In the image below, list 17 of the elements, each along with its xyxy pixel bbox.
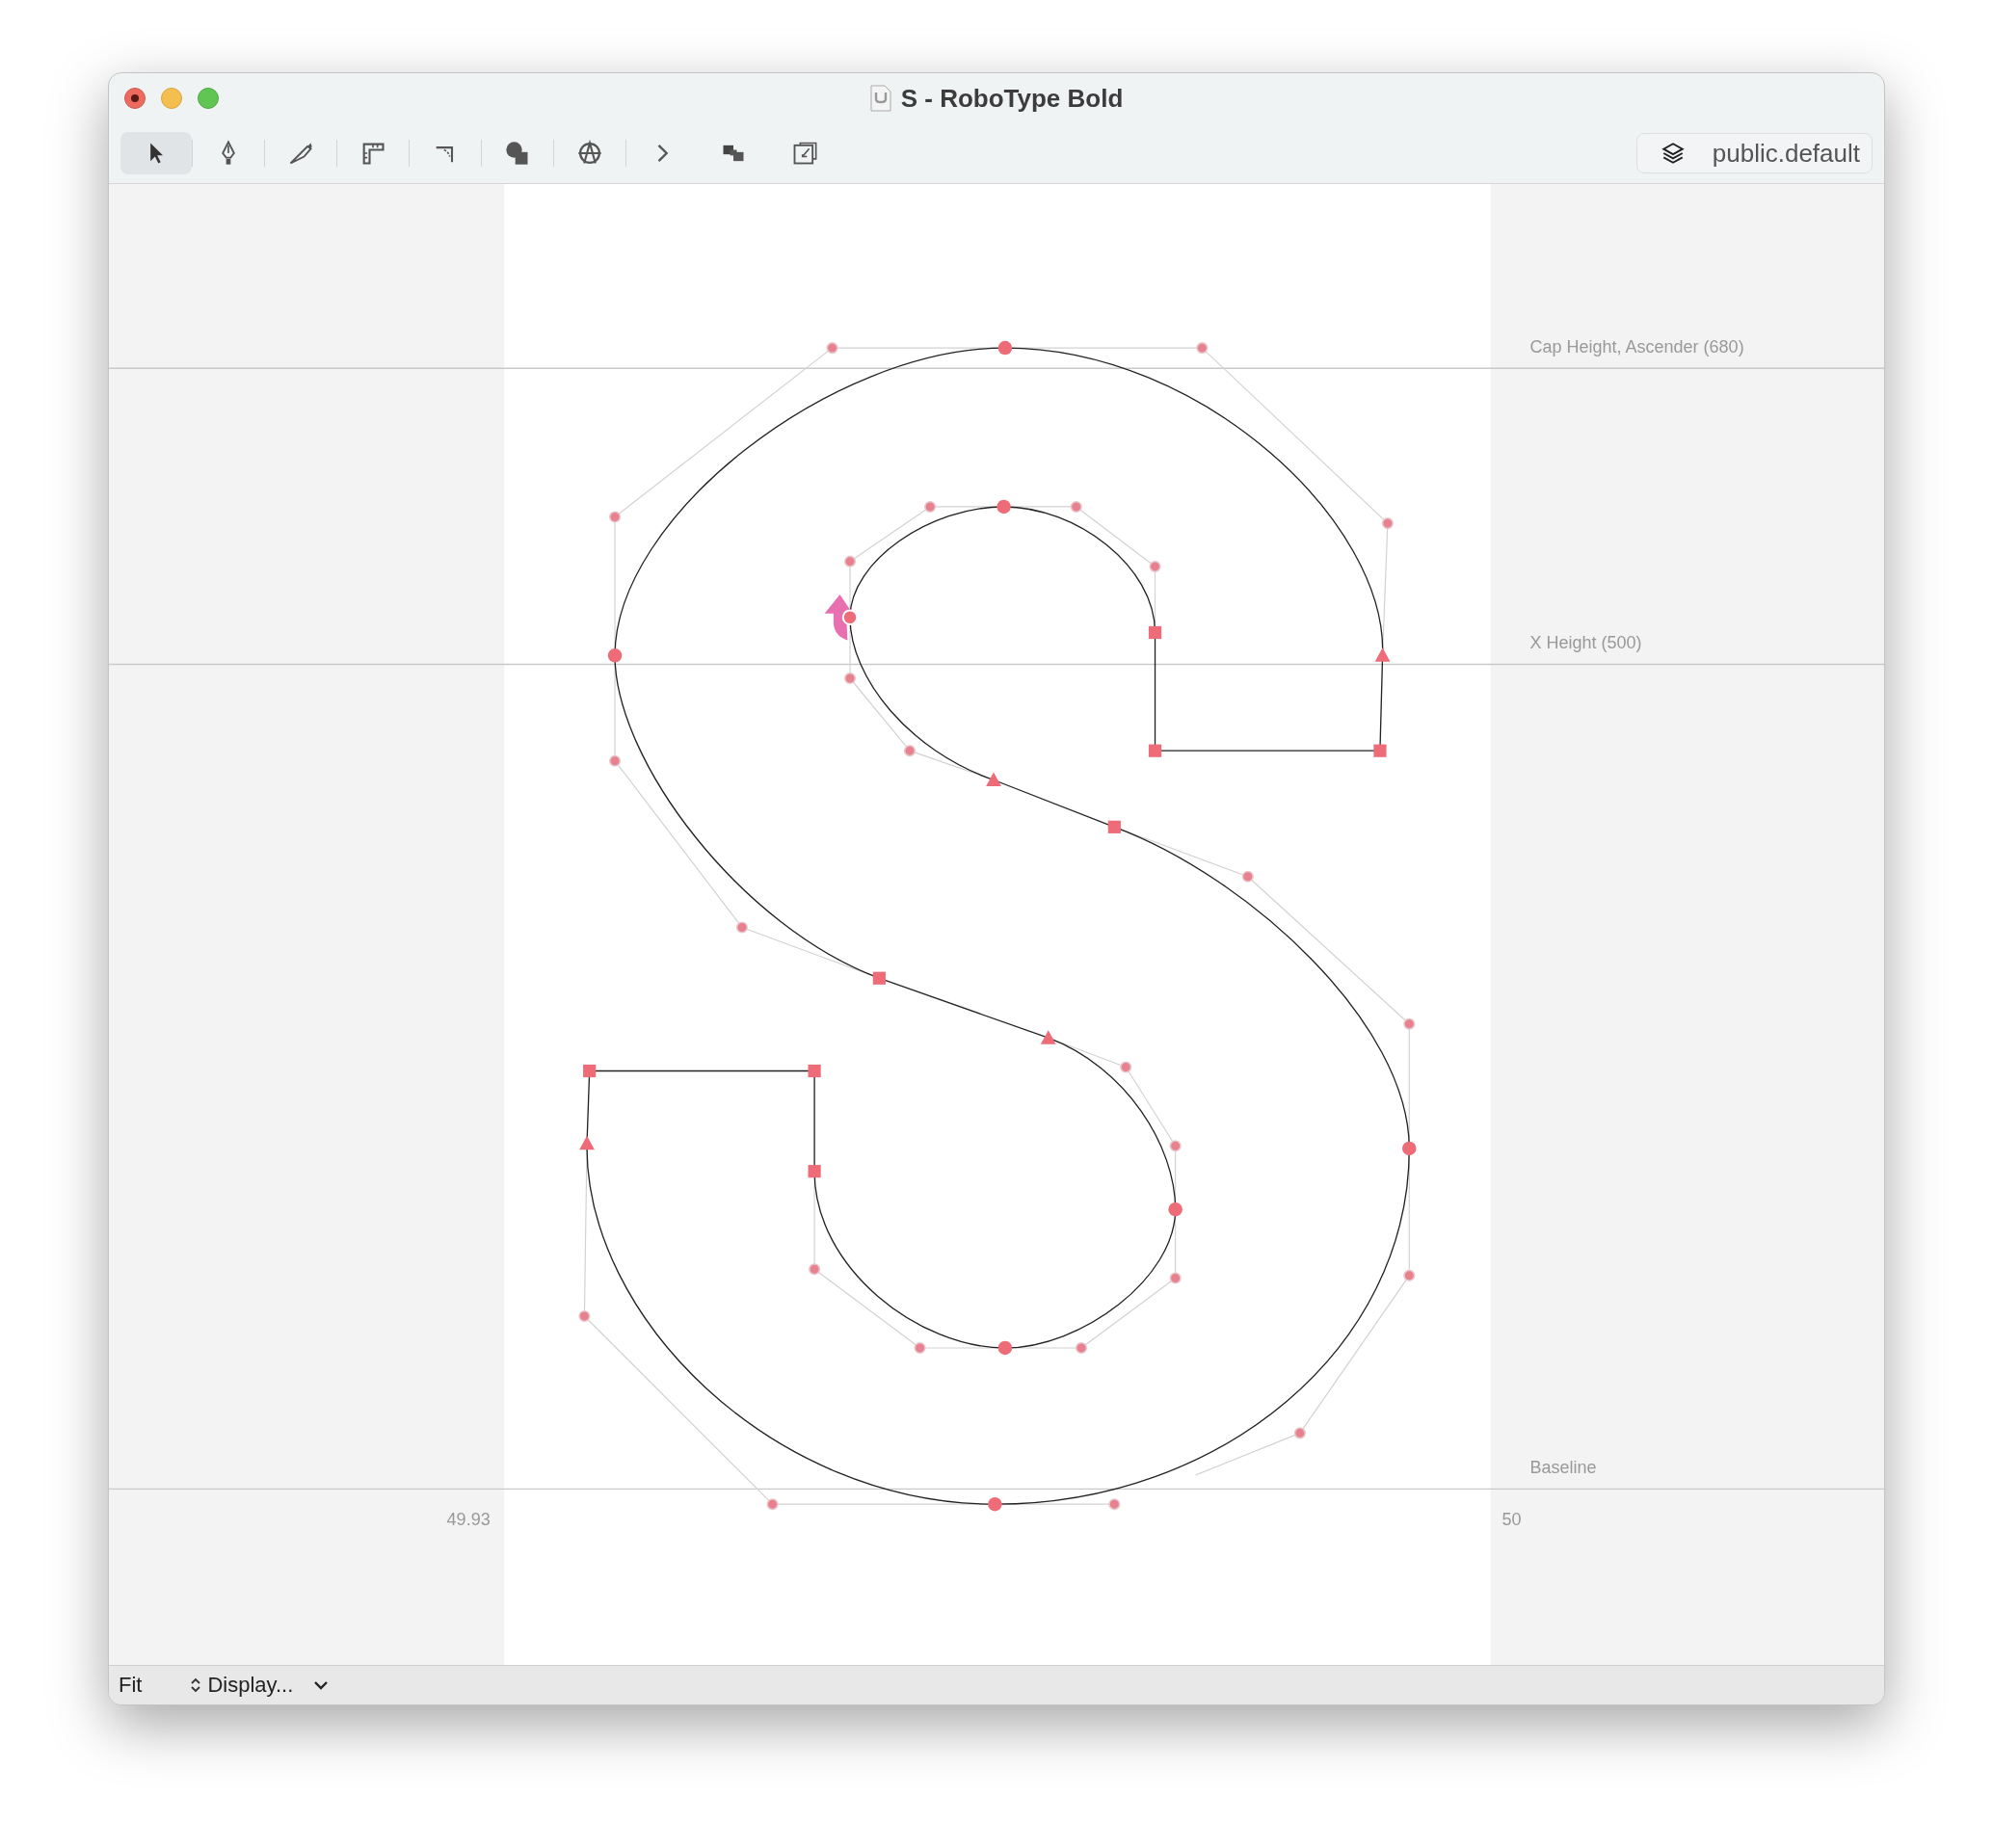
layer-button[interactable]: public.default: [1635, 133, 1873, 173]
guide-label: X Height (500): [1529, 632, 1642, 653]
up-down-arrows-icon: [190, 1676, 202, 1694]
zoom-label: Fit: [119, 1673, 143, 1698]
chevron-down-icon: [312, 1678, 331, 1692]
document-icon: [869, 85, 891, 112]
tool-button[interactable]: [120, 132, 192, 174]
close-button[interactable]: [124, 88, 146, 109]
left-margin-value: 49.93: [446, 1509, 491, 1530]
guide-label: Baseline: [1529, 1457, 1597, 1478]
guide-label: Cap Height, Ascender (680): [1529, 336, 1744, 357]
shapes-icon: [504, 140, 531, 167]
layers-icon: [1660, 141, 1686, 166]
display-dropdown[interactable]: Display...: [190, 1673, 331, 1698]
right-margin-value: 50: [1501, 1509, 1522, 1530]
crossed-circle-icon: [576, 140, 603, 167]
window-title: S - RoboType Bold: [900, 83, 1124, 114]
